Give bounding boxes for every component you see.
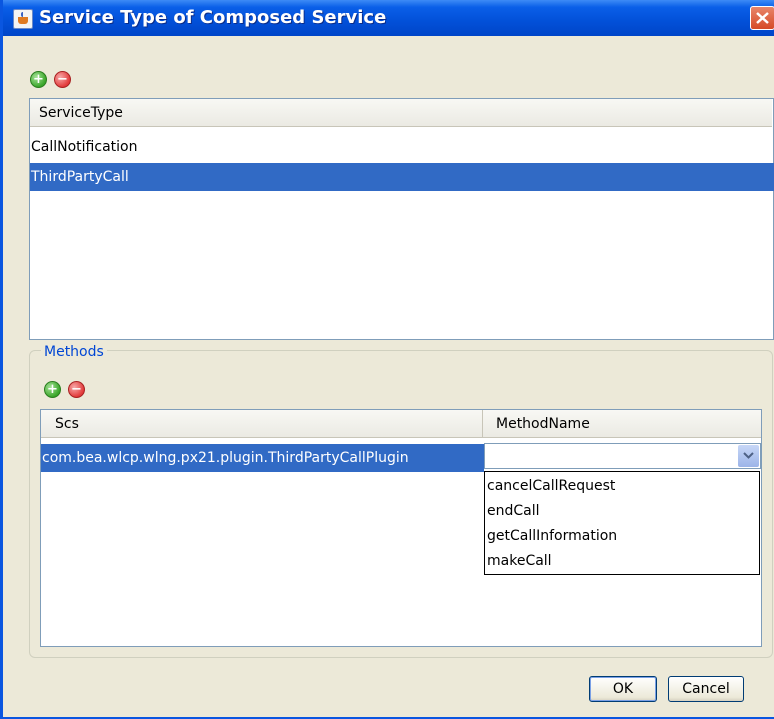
minus-icon: − (71, 382, 82, 397)
remove-service-type-button[interactable]: − (54, 71, 71, 88)
column-header-scs[interactable]: Scs (41, 410, 483, 438)
chevron-down-icon (743, 452, 754, 459)
ok-button[interactable]: OK (589, 676, 657, 702)
service-type-table: ServiceType CallNotification ThirdPartyC… (29, 98, 774, 340)
dropdown-option-getcallinformation[interactable]: getCallInformation (485, 524, 759, 549)
service-type-row-callnotification[interactable]: CallNotification (30, 133, 774, 161)
plus-icon: + (33, 72, 44, 87)
add-service-type-button[interactable]: + (30, 71, 47, 88)
method-name-dropdown-button[interactable] (738, 445, 759, 467)
column-header-label: Scs (55, 416, 79, 432)
close-button[interactable] (750, 6, 774, 30)
column-header-label: MethodName (496, 416, 590, 432)
minus-icon: − (57, 72, 68, 87)
column-header-methodname[interactable]: MethodName (483, 410, 761, 438)
methods-row-scs-cell[interactable]: com.bea.wlcp.wlng.px21.plugin.ThirdParty… (41, 444, 484, 472)
dialog-window: Service Type of Composed Service + − Ser… (0, 0, 774, 719)
column-header-label: ServiceType (39, 105, 123, 121)
close-icon (756, 12, 769, 24)
dropdown-option-endcall[interactable]: endCall (485, 499, 759, 524)
methods-group-title: Methods (41, 343, 107, 361)
service-type-row-thirdpartycall[interactable]: ThirdPartyCall (30, 163, 774, 191)
row-label: ThirdPartyCall (31, 169, 129, 185)
dropdown-option-makecall[interactable]: makeCall (485, 549, 759, 574)
remove-method-button[interactable]: − (68, 381, 85, 398)
row-label: CallNotification (31, 139, 138, 155)
scs-value: com.bea.wlcp.wlng.px21.plugin.ThirdParty… (42, 450, 409, 466)
method-name-dropdown-list: cancelCallRequest endCall getCallInforma… (484, 471, 760, 575)
window-title: Service Type of Composed Service (39, 7, 387, 28)
cancel-button[interactable]: Cancel (668, 676, 744, 702)
add-method-button[interactable]: + (44, 381, 61, 398)
java-cup-icon (13, 9, 33, 29)
method-name-combobox[interactable] (484, 443, 761, 469)
dropdown-option-cancelcallrequest[interactable]: cancelCallRequest (485, 474, 759, 499)
plus-icon: + (47, 382, 58, 397)
column-header-servicetype[interactable]: ServiceType (30, 99, 772, 127)
title-bar[interactable]: Service Type of Composed Service (3, 0, 774, 36)
